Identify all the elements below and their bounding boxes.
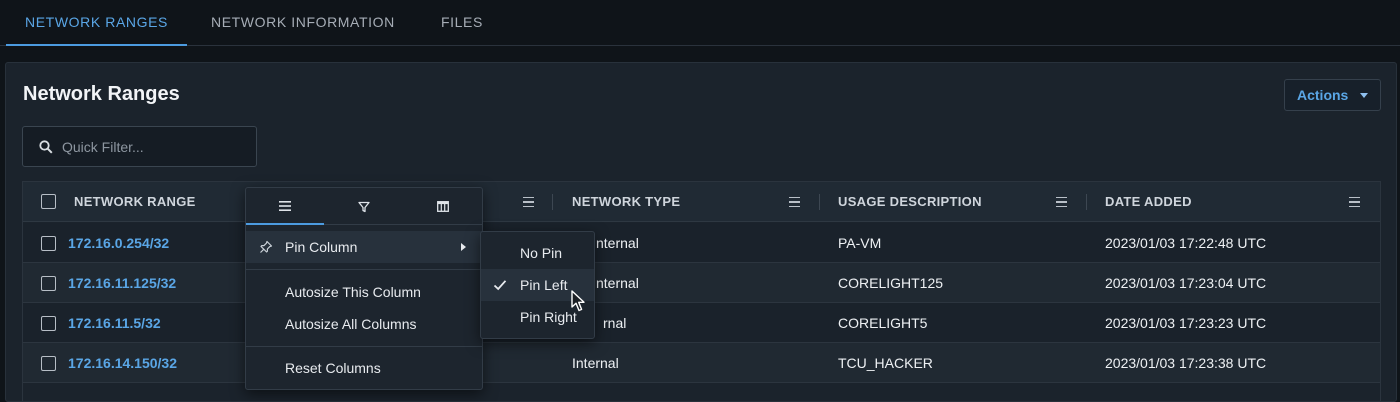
table-row[interactable]: 172.16.11.125/32 nternal CORELIGHT125 20…	[23, 263, 1380, 303]
menu-divider	[246, 346, 482, 347]
menu-lines-icon	[279, 200, 291, 211]
menu-item-autosize-this-column[interactable]: Autosize This Column	[246, 276, 482, 308]
network-type-cell: rnal	[603, 315, 627, 331]
tab-network-ranges[interactable]: NETWORK RANGES	[6, 0, 187, 46]
pin-submenu: No Pin Pin Left Pin Right	[480, 231, 595, 339]
menu-item-autosize-all-columns[interactable]: Autosize All Columns	[246, 308, 482, 340]
pin-column-label: Pin Column	[285, 239, 358, 255]
usage-description-cell: CORELIGHT125	[838, 275, 944, 291]
actions-button[interactable]: Actions	[1284, 79, 1381, 111]
checkmark-icon	[493, 280, 507, 291]
pin-icon	[260, 240, 273, 253]
columns-icon	[437, 201, 449, 212]
select-all-checkbox[interactable]	[41, 194, 56, 209]
column-menu-tab-general[interactable]	[246, 188, 324, 225]
row-checkbox[interactable]	[41, 316, 56, 331]
submenu-arrow-icon	[461, 243, 466, 251]
column-resize-handle[interactable]	[1086, 194, 1087, 210]
column-menu-icon[interactable]	[1349, 182, 1363, 222]
network-type-cell: nternal	[596, 235, 639, 251]
column-resize-handle[interactable]	[819, 194, 820, 210]
column-menu-icon[interactable]	[789, 182, 803, 222]
pin-left-label: Pin Left	[520, 277, 568, 293]
column-resize-handle[interactable]	[552, 194, 553, 210]
date-added-cell: 2023/01/03 17:23:23 UTC	[1105, 315, 1267, 331]
page-title: Network Ranges	[23, 83, 180, 105]
table-row[interactable]: 172.16.11.5/32 rnal CORELIGHT5 2023/01/0…	[23, 303, 1380, 343]
search-icon	[39, 139, 53, 154]
date-added-cell: 2023/01/03 17:23:04 UTC	[1105, 275, 1267, 291]
top-tab-bar: NETWORK RANGES NETWORK INFORMATION FILES	[0, 0, 1400, 46]
menu-item-pin-column[interactable]: Pin Column	[246, 231, 482, 263]
row-checkbox[interactable]	[41, 276, 56, 291]
column-menu-icon[interactable]	[523, 182, 537, 222]
column-menu-tab-columns[interactable]	[404, 188, 482, 225]
row-checkbox[interactable]	[41, 356, 56, 371]
usage-description-cell: TCU_HACKER	[838, 355, 933, 371]
date-added-cell: 2023/01/03 17:22:48 UTC	[1105, 235, 1267, 251]
tab-files[interactable]: FILES	[441, 0, 483, 46]
quick-filter-input[interactable]	[62, 138, 242, 155]
column-menu-icon[interactable]	[1056, 182, 1070, 222]
menu-item-reset-columns[interactable]: Reset Columns	[246, 352, 482, 384]
row-checkbox[interactable]	[41, 236, 56, 251]
network-ranges-grid: NETWORK RANGE NETWORK TYPE USAGE DESCRIP…	[22, 181, 1381, 401]
filter-funnel-icon	[358, 201, 370, 212]
usage-description-cell: PA-VM	[838, 235, 882, 251]
column-header-date-added[interactable]: DATE ADDED	[1105, 182, 1192, 222]
column-menu-popup: Pin Column Autosize This Column Autosize…	[245, 187, 483, 390]
column-header-network-type[interactable]: NETWORK TYPE	[572, 182, 680, 222]
pin-option-no-pin[interactable]: No Pin	[481, 237, 594, 269]
date-added-cell: 2023/01/03 17:23:38 UTC	[1105, 355, 1267, 371]
column-header-usage-description[interactable]: USAGE DESCRIPTION	[838, 182, 982, 222]
table-row[interactable]: 172.16.0.254/32 nternal PA-VM 2023/01/03…	[23, 223, 1380, 263]
actions-label: Actions	[1297, 87, 1349, 103]
network-range-link[interactable]: 172.16.14.150/32	[68, 343, 177, 383]
caret-down-icon	[1360, 92, 1369, 98]
network-range-link[interactable]: 172.16.11.5/32	[68, 303, 161, 343]
column-menu-tab-filter[interactable]	[325, 188, 403, 225]
column-menu-tabs	[246, 188, 482, 225]
column-header-network-range[interactable]: NETWORK RANGE	[74, 182, 196, 222]
tab-network-information[interactable]: NETWORK INFORMATION	[211, 0, 395, 46]
network-type-cell: nternal	[596, 275, 639, 291]
network-type-cell: Internal	[572, 355, 619, 371]
grid-header: NETWORK RANGE NETWORK TYPE USAGE DESCRIP…	[23, 182, 1380, 222]
network-range-link[interactable]: 172.16.0.254/32	[68, 223, 169, 263]
mouse-cursor-icon	[571, 290, 585, 312]
usage-description-cell: CORELIGHT5	[838, 315, 928, 331]
network-range-link[interactable]: 172.16.11.125/32	[68, 263, 176, 303]
menu-divider	[246, 269, 482, 270]
quick-filter[interactable]	[22, 126, 257, 167]
table-row[interactable]: 172.16.14.150/32 Internal TCU_HACKER 202…	[23, 343, 1380, 383]
